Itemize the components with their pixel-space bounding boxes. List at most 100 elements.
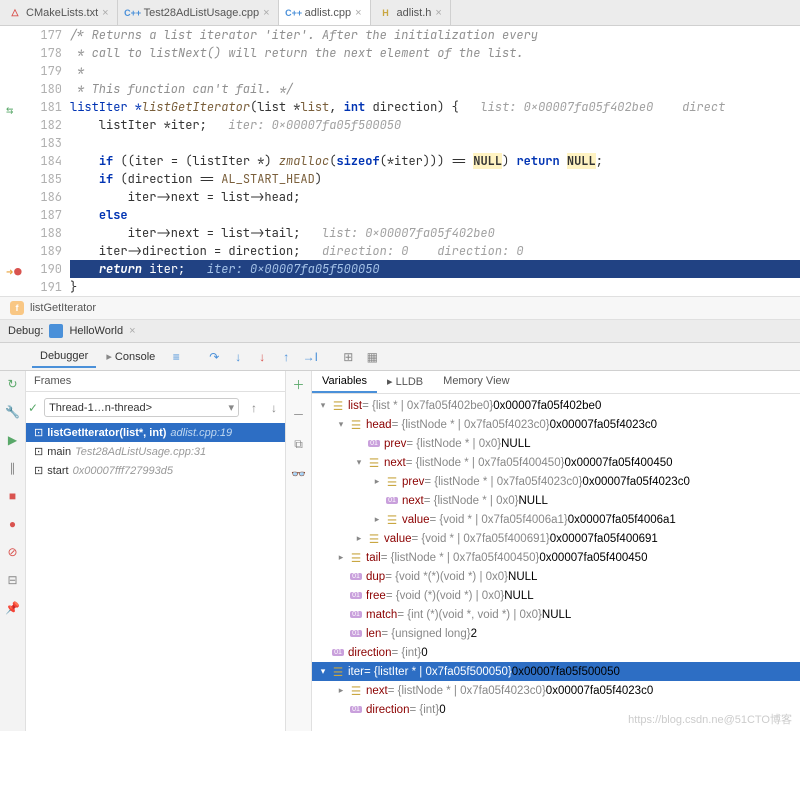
variable-row[interactable]: ▸☰value = {void * | 0x7fa05f4006a1} 0x00… [312,510,800,529]
line-number[interactable]: 189 [0,242,62,260]
remove-watch-icon[interactable]: － [290,405,308,423]
duplicate-icon[interactable]: ⧉ [290,435,308,453]
line-number[interactable]: 182 [0,116,62,134]
variable-row[interactable]: ▾☰next = {listNode * | 0x7fa05f400450} 0… [312,453,800,472]
file-tab[interactable]: C++Test28AdListUsage.cpp× [118,0,279,25]
pin-icon[interactable]: 📌 [4,599,22,617]
file-tabs: △CMakeLists.txt×C++Test28AdListUsage.cpp… [0,0,800,26]
trace-icon[interactable]: ▦ [361,346,383,368]
line-number[interactable]: 187 [0,206,62,224]
close-tab-icon[interactable]: × [263,7,269,19]
rerun-icon[interactable]: ↻ [4,375,22,393]
tree-twistie-icon[interactable]: ▾ [316,400,330,411]
thread-selector[interactable]: Thread-1…n-thread>▾ [44,398,239,417]
variable-row[interactable]: 01dup = {void *(*)(void *) | 0x0} NULL [312,567,800,586]
console-tab[interactable]: ▸ Console [98,346,163,367]
stack-frame[interactable]: ⊡ listGetIterator(list*, int) adlist.cpp… [26,423,285,442]
glasses-icon[interactable]: 👓 [290,465,308,483]
tree-twistie-icon[interactable]: ▸ [370,476,384,487]
line-number[interactable]: 184 [0,152,62,170]
variable-row[interactable]: ▸☰prev = {listNode * | 0x7fa05f4023c0} 0… [312,472,800,491]
variable-row[interactable]: 01prev = {listNode * | 0x0} NULL [312,434,800,453]
evaluate-icon[interactable]: ⊞ [337,346,359,368]
line-number[interactable]: 185 [0,170,62,188]
variable-row[interactable]: 01len = {unsigned long} 2 [312,624,800,643]
show-execution-point-icon[interactable]: ≡ [165,346,187,368]
var-type: = {void *(*)(void *) | 0x0} [385,571,508,583]
var-name: next [366,685,388,697]
variable-row[interactable]: ▸☰tail = {listNode * | 0x7fa05f400450} 0… [312,548,800,567]
variable-row[interactable]: 01next = {listNode * | 0x0} NULL [312,491,800,510]
variable-row[interactable]: ▾☰iter = {listIter * | 0x7fa05f500050} 0… [312,662,800,681]
primitive-icon: 01 [348,703,364,717]
tree-twistie-icon[interactable]: ▸ [352,533,366,544]
variable-row[interactable]: ▾☰head = {listNode * | 0x7fa05f4023c0} 0… [312,415,800,434]
var-type: = {listNode * | 0x0} [406,438,501,450]
cpp-file-icon: C++ [126,6,140,20]
line-number[interactable]: 188 [0,224,62,242]
close-icon[interactable]: × [129,325,135,337]
var-name: direction [366,704,409,716]
layout-icon[interactable]: ⊟ [4,571,22,589]
stack-frame[interactable]: ⊡ main Test28AdListUsage.cpp:31 [26,442,285,461]
tree-twistie-icon[interactable]: ▾ [334,419,348,430]
variables-tree[interactable]: ▾☰list = {list * | 0x7fa05f402be0} 0x000… [312,394,800,731]
file-tab[interactable]: C++adlist.cpp× [279,0,371,25]
code-area[interactable]: /* Returns a list iterator 'iter'. After… [70,26,800,296]
tree-twistie-icon[interactable]: ▸ [334,552,348,563]
close-tab-icon[interactable]: × [102,7,108,19]
variable-row[interactable]: 01direction = {int} 0 [312,643,800,662]
memory-view-tab[interactable]: Memory View [433,371,519,393]
frame-location: Test28AdListUsage.cpp:31 [75,446,206,458]
line-number[interactable]: 178 [0,44,62,62]
lldb-tab[interactable]: ▸ LLDB [377,371,433,393]
view-breakpoints-icon[interactable]: ● [4,515,22,533]
close-tab-icon[interactable]: × [355,7,361,19]
line-number[interactable]: ➜●190 [0,260,62,278]
breadcrumb[interactable]: f listGetIterator [0,296,800,320]
object-icon: ☰ [330,665,346,679]
prev-frame-icon[interactable]: ↑ [245,399,263,417]
line-number[interactable]: 183 [0,134,62,152]
step-out-icon[interactable]: ↑ [275,346,297,368]
variable-row[interactable]: ▸☰value = {void * | 0x7fa05f400691} 0x00… [312,529,800,548]
frame-name: listGetIterator(list*, int) [47,427,166,439]
variable-row[interactable]: 01free = {void (*)(void *) | 0x0} NULL [312,586,800,605]
stop-icon[interactable]: ■ [4,487,22,505]
line-number[interactable]: ⇆181 [0,98,62,116]
force-step-into-icon[interactable]: ↓ [251,346,273,368]
line-number[interactable]: 180 [0,80,62,98]
variables-tab[interactable]: Variables [312,371,377,393]
debug-body: ↻ 🔧 ▶ ∥ ■ ● ⊘ ⊟ 📌 Frames ✓ Thread-1…n-th… [0,371,800,731]
add-watch-icon[interactable]: ＋ [290,375,308,393]
pause-icon[interactable]: ∥ [4,459,22,477]
tree-twistie-icon[interactable]: ▸ [370,514,384,525]
tab-label: CMakeLists.txt [26,7,98,19]
variable-row[interactable]: ▸☰next = {listNode * | 0x7fa05f4023c0} 0… [312,681,800,700]
line-number[interactable]: 191 [0,278,62,296]
resume-icon[interactable]: ▶ [4,431,22,449]
line-number[interactable]: 186 [0,188,62,206]
file-tab[interactable]: △CMakeLists.txt× [0,0,118,25]
line-number[interactable]: 179 [0,62,62,80]
stack-frame[interactable]: ⊡ start 0x00007fff727993d5 [26,461,285,480]
settings-icon[interactable]: 🔧 [4,403,22,421]
var-name: list [348,400,362,412]
debugger-tab[interactable]: Debugger [32,346,96,368]
mute-breakpoints-icon[interactable]: ⊘ [4,543,22,561]
tree-twistie-icon[interactable]: ▾ [316,666,330,677]
variable-row[interactable]: 01match = {int (*)(void *, void *) | 0x0… [312,605,800,624]
h-file-icon: H [379,6,393,20]
step-over-icon[interactable]: ↷ [203,346,225,368]
run-to-cursor-icon[interactable]: →I [299,346,321,368]
file-tab[interactable]: Hadlist.h× [371,0,451,25]
next-frame-icon[interactable]: ↓ [265,399,283,417]
var-type: = {listNode * | 0x0} [424,495,519,507]
tree-twistie-icon[interactable]: ▾ [352,457,366,468]
var-name: next [402,495,424,507]
close-tab-icon[interactable]: × [435,7,441,19]
line-number[interactable]: 177 [0,26,62,44]
tree-twistie-icon[interactable]: ▸ [334,685,348,696]
step-into-icon[interactable]: ↓ [227,346,249,368]
variable-row[interactable]: ▾☰list = {list * | 0x7fa05f402be0} 0x000… [312,396,800,415]
